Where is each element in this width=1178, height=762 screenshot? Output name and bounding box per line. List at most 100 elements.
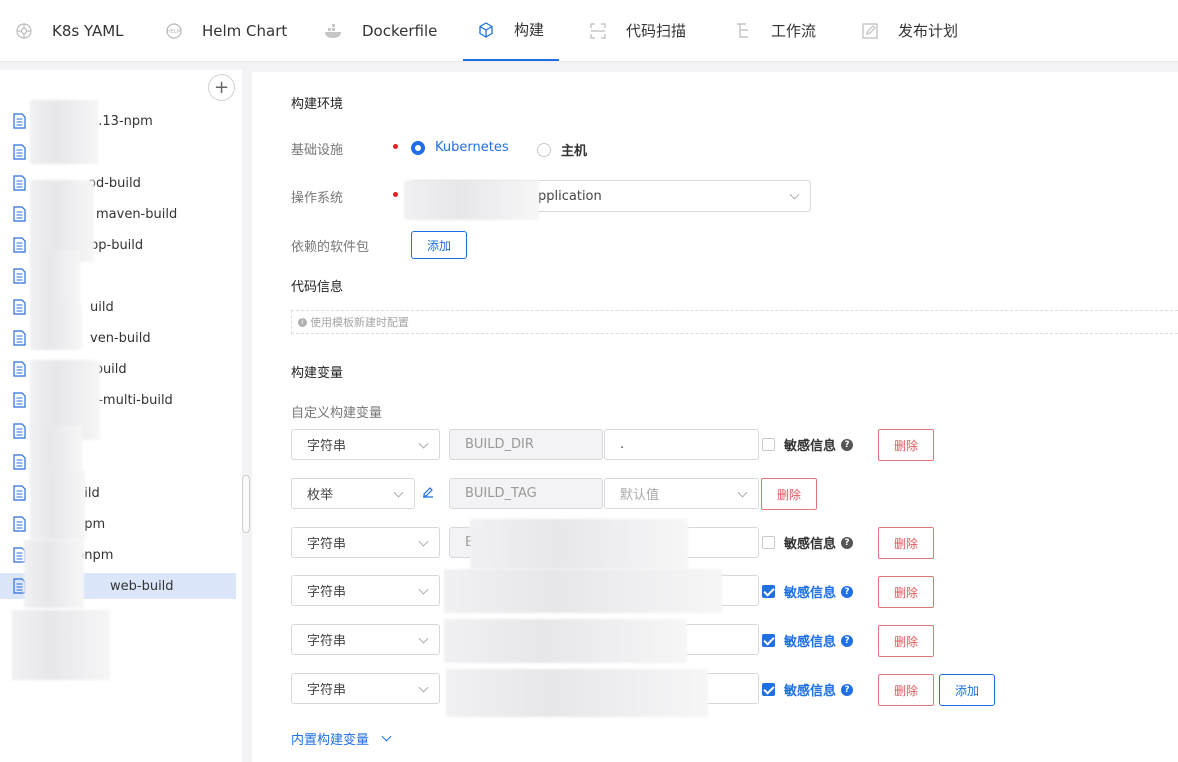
help-icon[interactable]: ? bbox=[841, 585, 854, 598]
chevron-down-icon bbox=[381, 731, 392, 742]
tab-helm-chart[interactable]: HELM Helm Chart bbox=[164, 0, 287, 61]
help-icon[interactable]: ? bbox=[841, 536, 854, 549]
var-type-select[interactable]: 字符串 bbox=[291, 624, 440, 655]
help-icon[interactable]: ? bbox=[841, 683, 854, 696]
document-icon bbox=[13, 485, 26, 501]
radio-label: 主机 bbox=[561, 144, 588, 159]
document-icon bbox=[13, 144, 26, 160]
tab-label: 构建 bbox=[514, 21, 545, 39]
document-icon bbox=[13, 206, 26, 222]
tab-label: Dockerfile bbox=[362, 21, 438, 40]
var-default-placeholder: 默认值 bbox=[620, 488, 660, 503]
document-icon bbox=[13, 330, 26, 346]
required-mark bbox=[393, 192, 398, 197]
var-value-input[interactable]: . bbox=[604, 429, 759, 460]
document-icon bbox=[13, 392, 26, 408]
add-template-button[interactable]: + bbox=[208, 74, 235, 101]
deps-label: 依赖的软件包 bbox=[291, 240, 370, 255]
tab-label: K8s YAML bbox=[52, 21, 124, 40]
chevron-down-icon bbox=[789, 189, 800, 200]
template-list-item-label: ven-build bbox=[90, 330, 151, 346]
chevron-down-icon bbox=[418, 438, 429, 449]
tab-label: Helm Chart bbox=[202, 21, 288, 40]
redacted-region bbox=[30, 100, 98, 164]
document-icon bbox=[13, 454, 26, 470]
delete-var-button[interactable]: 删除 bbox=[878, 625, 934, 657]
radio-label: Kubernetes bbox=[435, 140, 509, 155]
infra-label: 基础设施 bbox=[291, 143, 344, 158]
sidebar-scrollbar[interactable] bbox=[242, 475, 250, 533]
delete-var-button[interactable]: 删除 bbox=[878, 576, 934, 608]
tab-dockerfile[interactable]: Dockerfile bbox=[324, 0, 437, 61]
document-icon bbox=[13, 175, 26, 191]
radio-circle bbox=[537, 142, 551, 157]
document-icon bbox=[13, 113, 26, 129]
edit-enum-icon[interactable] bbox=[421, 485, 435, 499]
code-info-hint: 使用模板新建时配置 bbox=[310, 316, 409, 329]
sensitive-label: 敏感信息? bbox=[784, 435, 854, 454]
docker-icon bbox=[324, 21, 344, 41]
tab-label: 代码扫描 bbox=[626, 22, 687, 40]
add-var-button[interactable]: 添加 bbox=[939, 674, 995, 706]
chevron-down-icon bbox=[418, 536, 429, 547]
build-env-title: 构建环境 bbox=[291, 97, 344, 112]
sensitive-checkbox[interactable] bbox=[762, 585, 775, 598]
var-type-select[interactable]: 字符串 bbox=[291, 673, 440, 704]
info-icon: i bbox=[298, 317, 307, 327]
chevron-down-icon bbox=[418, 584, 429, 595]
var-type-select[interactable]: 枚举 bbox=[291, 478, 415, 509]
help-icon[interactable]: ? bbox=[841, 634, 854, 647]
required-mark bbox=[393, 144, 398, 149]
delete-var-button[interactable]: 删除 bbox=[878, 429, 934, 461]
var-key-input[interactable]: BUILD_TAG bbox=[449, 478, 603, 509]
helm-icon: HELM bbox=[164, 21, 184, 41]
sensitive-text: 敏感信息 bbox=[784, 586, 837, 601]
tab-code-scan[interactable]: 代码扫描 bbox=[588, 0, 686, 61]
var-key-input[interactable]: BUILD_DIR bbox=[449, 429, 603, 460]
chevron-down-icon bbox=[737, 487, 748, 498]
redacted-region bbox=[30, 250, 80, 310]
template-file-list: + 1.13-npm od-build maven-build pp-build uil… bbox=[0, 70, 242, 762]
infra-option-host[interactable]: 主机 bbox=[537, 140, 587, 159]
tab-build[interactable]: 构建 bbox=[463, 0, 559, 61]
sensitive-label: 敏感信息? bbox=[784, 680, 854, 699]
sensitive-checkbox[interactable] bbox=[762, 634, 775, 647]
sensitive-text: 敏感信息 bbox=[784, 635, 837, 650]
svg-text:HELM: HELM bbox=[167, 29, 181, 35]
var-type-value: 字符串 bbox=[307, 439, 347, 454]
add-dependency-button[interactable]: 添加 bbox=[411, 231, 467, 259]
sensitive-checkbox[interactable] bbox=[762, 683, 775, 696]
cube-icon bbox=[476, 20, 496, 40]
tab-label: 工作流 bbox=[771, 22, 817, 40]
os-label: 操作系统 bbox=[291, 191, 344, 206]
tab-workflow[interactable]: 工作流 bbox=[733, 0, 816, 61]
scan-icon bbox=[588, 21, 608, 41]
template-list-item-label: web-build bbox=[110, 578, 174, 594]
os-select-value: pplication bbox=[538, 188, 602, 204]
var-type-select[interactable]: 字符串 bbox=[291, 527, 440, 558]
delete-var-button[interactable]: 删除 bbox=[878, 674, 934, 706]
delete-var-button[interactable]: 删除 bbox=[761, 478, 817, 510]
var-default-select[interactable]: 默认值 bbox=[604, 478, 759, 509]
var-key-value: BUILD_TAG bbox=[465, 486, 537, 501]
tab-k8s-yaml[interactable]: K8s YAML bbox=[14, 0, 124, 61]
var-key-value: BUILD_DIR bbox=[465, 437, 534, 452]
sensitive-checkbox[interactable] bbox=[762, 438, 775, 451]
infra-option-kubernetes[interactable]: Kubernetes bbox=[411, 140, 509, 155]
top-tabs: K8s YAML HELM Helm Chart Dockerfile 构建 代… bbox=[0, 0, 1178, 62]
var-type-select[interactable]: 字符串 bbox=[291, 429, 440, 460]
sensitive-text: 敏感信息 bbox=[784, 439, 837, 454]
delete-var-button[interactable]: 删除 bbox=[878, 527, 934, 559]
redacted-region bbox=[444, 569, 722, 613]
code-info-title: 代码信息 bbox=[291, 280, 344, 295]
sensitive-checkbox[interactable] bbox=[762, 536, 775, 549]
custom-vars-label: 自定义构建变量 bbox=[291, 406, 383, 421]
var-type-select[interactable]: 字符串 bbox=[291, 575, 440, 606]
sensitive-label: 敏感信息? bbox=[784, 582, 854, 601]
var-type-value: 字符串 bbox=[307, 585, 347, 600]
tab-release-plan[interactable]: 发布计划 bbox=[860, 0, 958, 61]
builtin-vars-toggle[interactable]: 内置构建变量 bbox=[291, 729, 392, 748]
help-icon[interactable]: ? bbox=[841, 438, 854, 451]
chevron-down-icon bbox=[418, 633, 429, 644]
chevron-down-icon bbox=[418, 682, 429, 693]
